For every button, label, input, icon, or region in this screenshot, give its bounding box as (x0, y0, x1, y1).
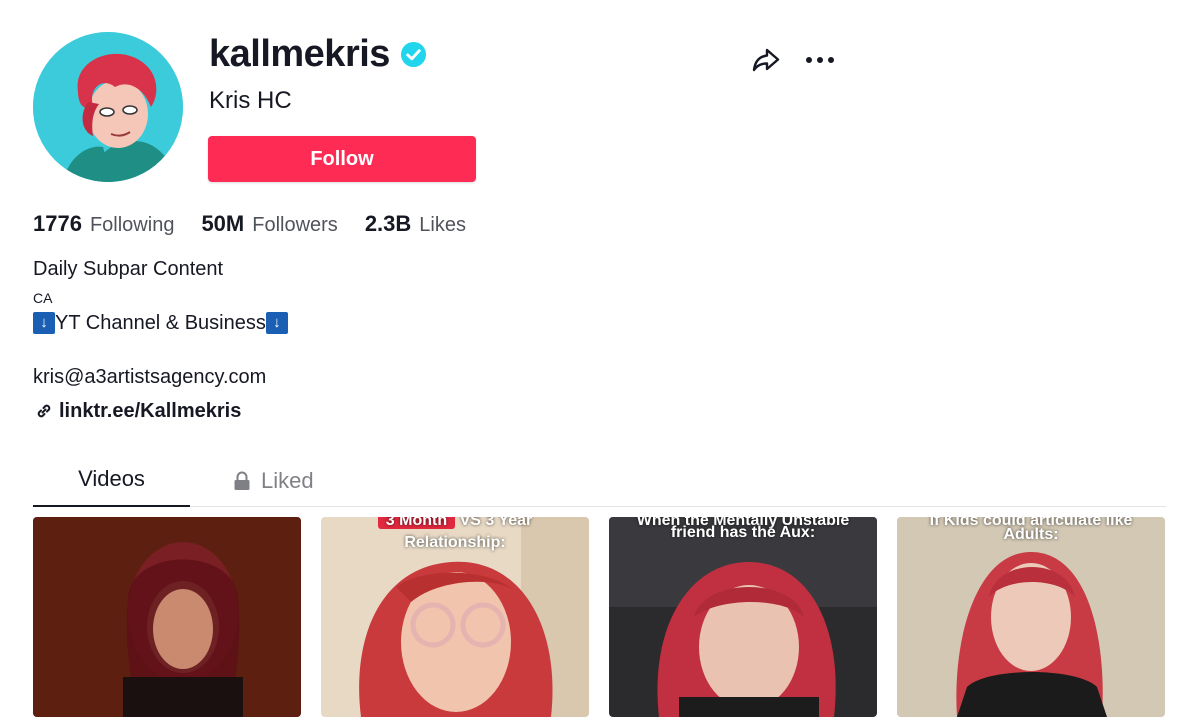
video-caption: Adults: (1003, 526, 1059, 543)
profile-nickname: Kris HC (209, 87, 292, 114)
bio-email: kris@a3artistsagency.com (33, 366, 267, 388)
likes-count: 2.3B (364, 211, 412, 236)
follow-button[interactable]: Follow (208, 136, 476, 182)
tab-videos[interactable]: Videos (33, 456, 190, 506)
share-icon[interactable] (750, 44, 782, 76)
tab-videos-label: Videos (78, 466, 145, 491)
tab-liked[interactable]: Liked (233, 456, 343, 506)
bio-region: CA (33, 290, 53, 306)
profile-tabs: Videos Liked (33, 456, 1166, 507)
profile-username: kallmekris (209, 30, 427, 78)
bio-line-1: Daily Subpar Content (33, 258, 224, 280)
more-icon[interactable] (803, 44, 837, 76)
bio-line-2: ↓ YT Channel & Business ↓ (33, 310, 288, 336)
username-text: kallmekris (209, 33, 390, 75)
tab-liked-label: Liked (261, 468, 314, 493)
lock-icon (234, 471, 250, 490)
bio-link[interactable]: linktr.ee/Kallmekris (35, 398, 241, 424)
avatar-illustration (33, 32, 183, 182)
likes-label: Likes (419, 214, 466, 236)
following-label: Following (89, 214, 175, 236)
video-card[interactable]: When the Mentally Unstable friend has th… (609, 517, 877, 717)
video-card[interactable]: If Kids could articulate like Adults: (897, 517, 1165, 717)
followers-label: Followers (252, 214, 338, 236)
video-caption: friend has the Aux: (670, 524, 816, 541)
video-badge: 3 Month (377, 517, 456, 529)
verified-badge-icon (400, 41, 426, 67)
profile-stats: 1776 Following 50M Followers 2.3B Likes (33, 211, 493, 237)
stat-followers[interactable]: 50M Followers (201, 211, 337, 237)
bio-link-text: linktr.ee/Kallmekris (59, 400, 242, 422)
link-icon (37, 404, 51, 418)
stat-likes: 2.3B Likes (365, 211, 466, 237)
following-count: 1776 (33, 211, 82, 236)
video-thumbnail (897, 517, 1165, 717)
down-arrow-emoji-icon: ↓ (265, 312, 288, 334)
stat-following[interactable]: 1776 Following (33, 211, 174, 237)
video-caption-top: 3 Month VS 3 Year (321, 517, 589, 531)
video-caption: Relationship: (404, 534, 506, 551)
followers-count: 50M (201, 211, 245, 236)
video-card[interactable] (33, 517, 301, 717)
video-thumbnail (609, 517, 877, 717)
down-arrow-emoji-icon: ↓ (33, 312, 55, 334)
avatar (33, 32, 183, 182)
bio-line-2-text: YT Channel & Business (55, 312, 266, 334)
video-grid: 3 Month VS 3 Year Relationship: When the… (33, 517, 1165, 717)
tab-active-indicator (33, 505, 190, 507)
video-caption-top-text: VS 3 Year (459, 517, 533, 529)
video-thumbnail (33, 517, 301, 717)
video-card[interactable]: 3 Month VS 3 Year Relationship: (321, 517, 589, 717)
